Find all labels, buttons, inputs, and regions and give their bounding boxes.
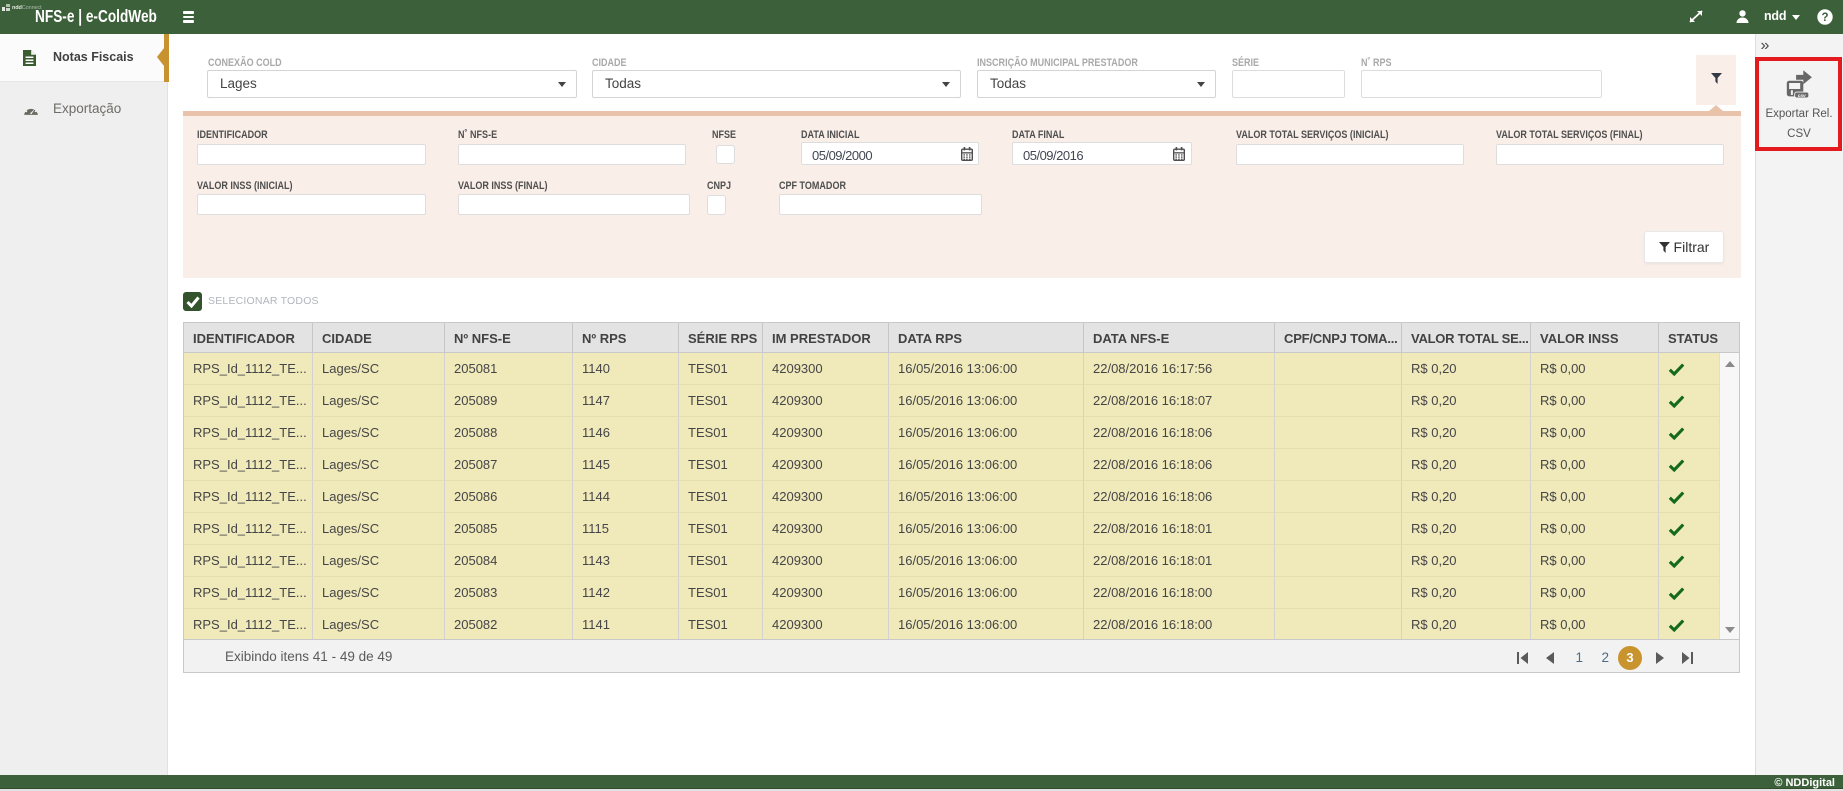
- svg-text:?: ?: [1821, 12, 1828, 24]
